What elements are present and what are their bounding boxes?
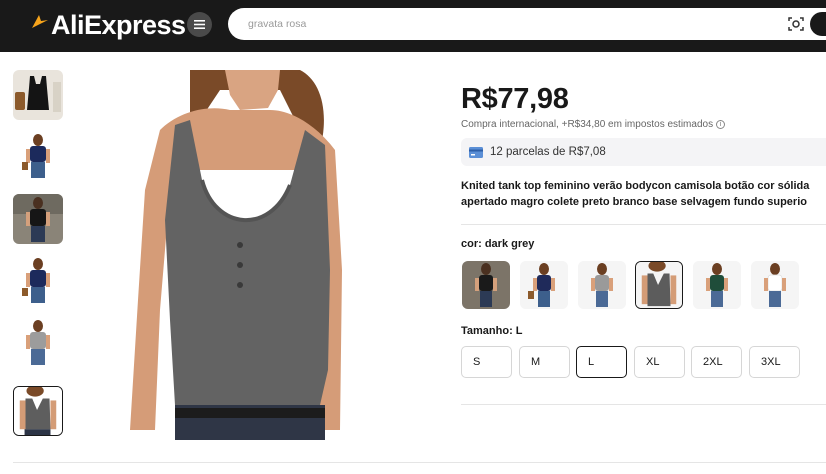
size-option-3xl[interactable]: 3XL	[749, 346, 800, 378]
color-swatch-image	[693, 261, 741, 309]
thumbnail-image	[13, 194, 63, 244]
color-option-black[interactable]	[462, 261, 510, 309]
menu-button[interactable]	[187, 12, 212, 37]
color-option-light-grey[interactable]	[578, 261, 626, 309]
thumbnail-navy-model-2[interactable]	[13, 256, 63, 306]
size-option-s[interactable]: S	[461, 346, 512, 378]
image-search-icon[interactable]	[788, 16, 804, 32]
logo-text: AliExpress	[51, 9, 186, 40]
color-swatch-image	[751, 261, 799, 309]
tax-note: Compra internacional, +R$34,80 em impost…	[461, 119, 726, 130]
product-title-line1: Knited tank top feminino verão bodycon c…	[461, 180, 810, 192]
thumbnail-image	[13, 256, 63, 306]
logo-star-icon	[32, 15, 48, 28]
divider	[461, 404, 826, 405]
size-option-l[interactable]: L	[576, 346, 627, 378]
size-option-m[interactable]: M	[519, 346, 570, 378]
product-price: R$77,98	[461, 83, 569, 115]
credit-card-icon	[469, 146, 483, 158]
installments-text: 12 parcelas de R$7,08	[490, 146, 606, 158]
color-swatch-image	[636, 262, 682, 308]
thumbnail-dark-grey-model[interactable]	[13, 386, 63, 436]
size-label: Tamanho: L	[461, 325, 523, 337]
hamburger-menu-icon	[194, 20, 205, 29]
color-label: cor: dark grey	[461, 238, 535, 250]
search-bar	[228, 8, 826, 40]
info-icon[interactable]: i	[716, 120, 726, 129]
thumbnail-image	[13, 318, 63, 368]
search-input[interactable]	[248, 8, 768, 40]
thumbnail-image	[14, 387, 62, 435]
thumbnail-image	[13, 70, 63, 120]
size-option-xl[interactable]: XL	[634, 346, 685, 378]
search-button[interactable]	[810, 12, 826, 36]
size-option-2xl[interactable]: 2XL	[691, 346, 742, 378]
product-title: Knited tank top feminino verão bodycon c…	[461, 178, 826, 210]
color-swatch-image	[578, 261, 626, 309]
divider	[461, 224, 826, 225]
main-product-image[interactable]	[120, 70, 370, 440]
thumbnail-image	[13, 132, 63, 182]
color-option-dark-green[interactable]	[693, 261, 741, 309]
tax-note-text: Compra internacional, +R$34,80 em impost…	[461, 119, 714, 130]
top-bar: AliExpress	[0, 0, 826, 52]
thumbnail-black-flatlay[interactable]	[13, 70, 63, 120]
color-option-white[interactable]	[751, 261, 799, 309]
color-option-navy[interactable]	[520, 261, 568, 309]
color-swatch-image	[462, 261, 510, 309]
color-option-dark-grey[interactable]	[635, 261, 683, 309]
aliexpress-logo[interactable]: AliExpress	[30, 9, 186, 41]
thumbnail-navy-model[interactable]	[13, 132, 63, 182]
installments-banner[interactable]: 12 parcelas de R$7,08	[461, 138, 826, 166]
product-title-line2: apertado magro colete preto branco base …	[461, 196, 807, 208]
page-divider	[13, 462, 826, 463]
color-swatch-image	[520, 261, 568, 309]
thumbnail-black-model[interactable]	[13, 194, 63, 244]
thumbnail-grey-model[interactable]	[13, 318, 63, 368]
